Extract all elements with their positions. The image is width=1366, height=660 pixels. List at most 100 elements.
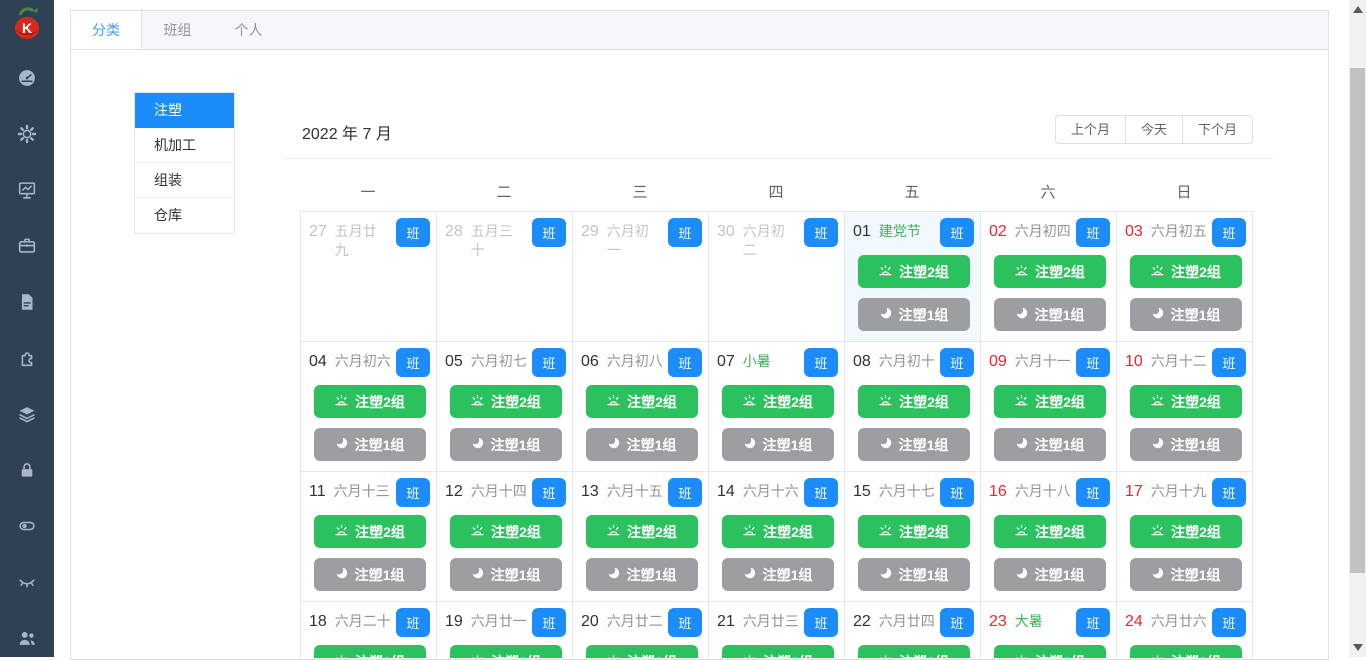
shift-badge-button[interactable]: 班 xyxy=(532,348,566,377)
day-cell-14[interactable]: 14 六月十六班注塑2组 注塑1组 xyxy=(709,472,845,602)
tab-team[interactable]: 班组 xyxy=(142,11,213,49)
day-cell-27[interactable]: 27 五月廿九班 xyxy=(301,212,437,342)
night-shift-button[interactable]: 注塑1组 xyxy=(449,558,562,591)
day-shift-button[interactable]: 注塑2组 xyxy=(585,645,698,658)
shift-badge-button[interactable]: 班 xyxy=(804,478,838,507)
tab-personal[interactable]: 个人 xyxy=(213,11,284,49)
shift-badge-button[interactable]: 班 xyxy=(396,608,430,637)
day-shift-button[interactable]: 注塑2组 xyxy=(993,255,1106,288)
lock-icon[interactable] xyxy=(16,459,38,481)
day-shift-button[interactable]: 注塑2组 xyxy=(721,645,834,658)
day-shift-button[interactable]: 注塑2组 xyxy=(857,515,970,548)
night-shift-button[interactable]: 注塑1组 xyxy=(449,428,562,461)
scrollbar-down-button[interactable] xyxy=(1353,644,1363,651)
category-item-machining[interactable]: 机加工 xyxy=(135,128,234,163)
users-icon[interactable] xyxy=(16,627,38,649)
gear-icon[interactable] xyxy=(16,123,38,145)
day-shift-button[interactable]: 注塑2组 xyxy=(857,255,970,288)
day-shift-button[interactable]: 注塑2组 xyxy=(857,645,970,658)
scrollbar-thumb[interactable] xyxy=(1350,68,1365,573)
today-button[interactable]: 今天 xyxy=(1124,115,1183,144)
day-shift-button[interactable]: 注塑2组 xyxy=(1129,385,1242,418)
shift-badge-button[interactable]: 班 xyxy=(940,348,974,377)
day-cell-21[interactable]: 21六月廿三班注塑2组注塑1组 xyxy=(709,602,845,658)
shift-badge-button[interactable]: 班 xyxy=(668,348,702,377)
shift-badge-button[interactable]: 班 xyxy=(804,348,838,377)
night-shift-button[interactable]: 注塑1组 xyxy=(1129,298,1242,331)
day-shift-button[interactable]: 注塑2组 xyxy=(313,515,426,548)
next-month-button[interactable]: 下个月 xyxy=(1181,115,1253,144)
night-shift-button[interactable]: 注塑1组 xyxy=(313,428,426,461)
app-logo[interactable]: K xyxy=(7,5,47,45)
night-shift-button[interactable]: 注塑1组 xyxy=(313,558,426,591)
night-shift-button[interactable]: 注塑1组 xyxy=(721,428,834,461)
shift-badge-button[interactable]: 班 xyxy=(1076,218,1110,247)
day-cell-01[interactable]: 01 建党节 班注塑2组 注塑1组 xyxy=(845,212,981,342)
day-cell-15[interactable]: 15 六月十七班注塑2组 注塑1组 xyxy=(845,472,981,602)
day-cell-11[interactable]: 11 六月十三班注塑2组 注塑1组 xyxy=(301,472,437,602)
day-cell-03[interactable]: 03 六月初五班注塑2组 注塑1组 xyxy=(1117,212,1253,342)
puzzle-icon[interactable] xyxy=(16,347,38,369)
shift-badge-button[interactable]: 班 xyxy=(668,478,702,507)
day-shift-button[interactable]: 注塑2组 xyxy=(721,515,834,548)
briefcase-icon[interactable] xyxy=(16,235,38,257)
day-shift-button[interactable]: 注塑2组 xyxy=(449,385,562,418)
day-cell-22[interactable]: 22六月廿四班注塑2组注塑1组 xyxy=(845,602,981,658)
day-cell-05[interactable]: 05 六月初七班注塑2组 注塑1组 xyxy=(437,342,573,472)
day-shift-button[interactable]: 注塑2组 xyxy=(993,515,1106,548)
day-cell-06[interactable]: 06 六月初八班注塑2组 注塑1组 xyxy=(573,342,709,472)
day-cell-04[interactable]: 04 六月初六班注塑2组 注塑1组 xyxy=(301,342,437,472)
day-shift-button[interactable]: 注塑2组 xyxy=(721,385,834,418)
toggle-icon[interactable] xyxy=(16,515,38,537)
shift-badge-button[interactable]: 班 xyxy=(1212,218,1246,247)
day-cell-17[interactable]: 17 六月十九班注塑2组 注塑1组 xyxy=(1117,472,1253,602)
eye-closed-icon[interactable] xyxy=(16,571,38,593)
shift-badge-button[interactable]: 班 xyxy=(1076,478,1110,507)
scrollbar-up-button[interactable] xyxy=(1353,6,1363,13)
night-shift-button[interactable]: 注塑1组 xyxy=(993,298,1106,331)
day-cell-23[interactable]: 23大暑班注塑2组注塑1组 xyxy=(981,602,1117,658)
day-cell-08[interactable]: 08 六月初十班注塑2组 注塑1组 xyxy=(845,342,981,472)
shift-badge-button[interactable]: 班 xyxy=(532,608,566,637)
day-cell-10[interactable]: 10 六月十二班注塑2组 注塑1组 xyxy=(1117,342,1253,472)
night-shift-button[interactable]: 注塑1组 xyxy=(585,428,698,461)
shift-badge-button[interactable]: 班 xyxy=(1212,608,1246,637)
day-shift-button[interactable]: 注塑2组 xyxy=(585,515,698,548)
shift-badge-button[interactable]: 班 xyxy=(1212,478,1246,507)
category-item-assembly[interactable]: 组装 xyxy=(135,163,234,198)
night-shift-button[interactable]: 注塑1组 xyxy=(993,558,1106,591)
prev-month-button[interactable]: 上个月 xyxy=(1054,115,1126,144)
day-cell-28[interactable]: 28 五月三十班 xyxy=(437,212,573,342)
night-shift-button[interactable]: 注塑1组 xyxy=(585,558,698,591)
night-shift-button[interactable]: 注塑1组 xyxy=(1129,428,1242,461)
shift-badge-button[interactable]: 班 xyxy=(1076,608,1110,637)
day-cell-09[interactable]: 09 六月十一班注塑2组 注塑1组 xyxy=(981,342,1117,472)
day-cell-20[interactable]: 20六月廿二班注塑2组注塑1组 xyxy=(573,602,709,658)
shift-badge-button[interactable]: 班 xyxy=(396,478,430,507)
category-item-injection[interactable]: 注塑 xyxy=(135,93,234,128)
tab-category[interactable]: 分类 xyxy=(71,11,142,49)
night-shift-button[interactable]: 注塑1组 xyxy=(857,298,970,331)
day-cell-29[interactable]: 29 六月初一班 xyxy=(573,212,709,342)
day-shift-button[interactable]: 注塑2组 xyxy=(1129,645,1242,658)
day-shift-button[interactable]: 注塑2组 xyxy=(449,515,562,548)
day-shift-button[interactable]: 注塑2组 xyxy=(449,645,562,658)
day-cell-18[interactable]: 18六月二十班注塑2组注塑1组 xyxy=(301,602,437,658)
page-scrollbar[interactable] xyxy=(1349,0,1366,657)
shift-badge-button[interactable]: 班 xyxy=(396,348,430,377)
shift-badge-button[interactable]: 班 xyxy=(804,218,838,247)
shift-badge-button[interactable]: 班 xyxy=(940,608,974,637)
day-shift-button[interactable]: 注塑2组 xyxy=(313,645,426,658)
night-shift-button[interactable]: 注塑1组 xyxy=(721,558,834,591)
day-shift-button[interactable]: 注塑2组 xyxy=(857,385,970,418)
shift-badge-button[interactable]: 班 xyxy=(532,218,566,247)
shift-badge-button[interactable]: 班 xyxy=(804,608,838,637)
document-icon[interactable] xyxy=(16,291,38,313)
day-shift-button[interactable]: 注塑2组 xyxy=(993,385,1106,418)
night-shift-button[interactable]: 注塑1组 xyxy=(857,558,970,591)
shift-badge-button[interactable]: 班 xyxy=(1212,348,1246,377)
day-cell-13[interactable]: 13 六月十五班注塑2组 注塑1组 xyxy=(573,472,709,602)
shift-badge-button[interactable]: 班 xyxy=(396,218,430,247)
night-shift-button[interactable]: 注塑1组 xyxy=(857,428,970,461)
day-shift-button[interactable]: 注塑2组 xyxy=(585,385,698,418)
